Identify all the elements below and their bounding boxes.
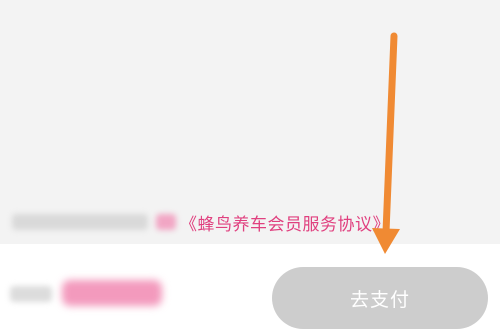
pay-button[interactable]: 去支付 bbox=[272, 267, 488, 329]
price-amount-blurred bbox=[62, 280, 162, 306]
member-service-agreement-link[interactable]: 《蜂鸟养车会员服务协议》 bbox=[180, 210, 390, 235]
agreement-prefix-blurred bbox=[12, 214, 148, 230]
agreement-link-blurred-part bbox=[156, 214, 176, 230]
pay-button-label: 去支付 bbox=[349, 288, 410, 311]
agreement-row: 《蜂鸟养车会员服务协议》 bbox=[12, 208, 390, 236]
price-label-blurred bbox=[10, 286, 52, 302]
